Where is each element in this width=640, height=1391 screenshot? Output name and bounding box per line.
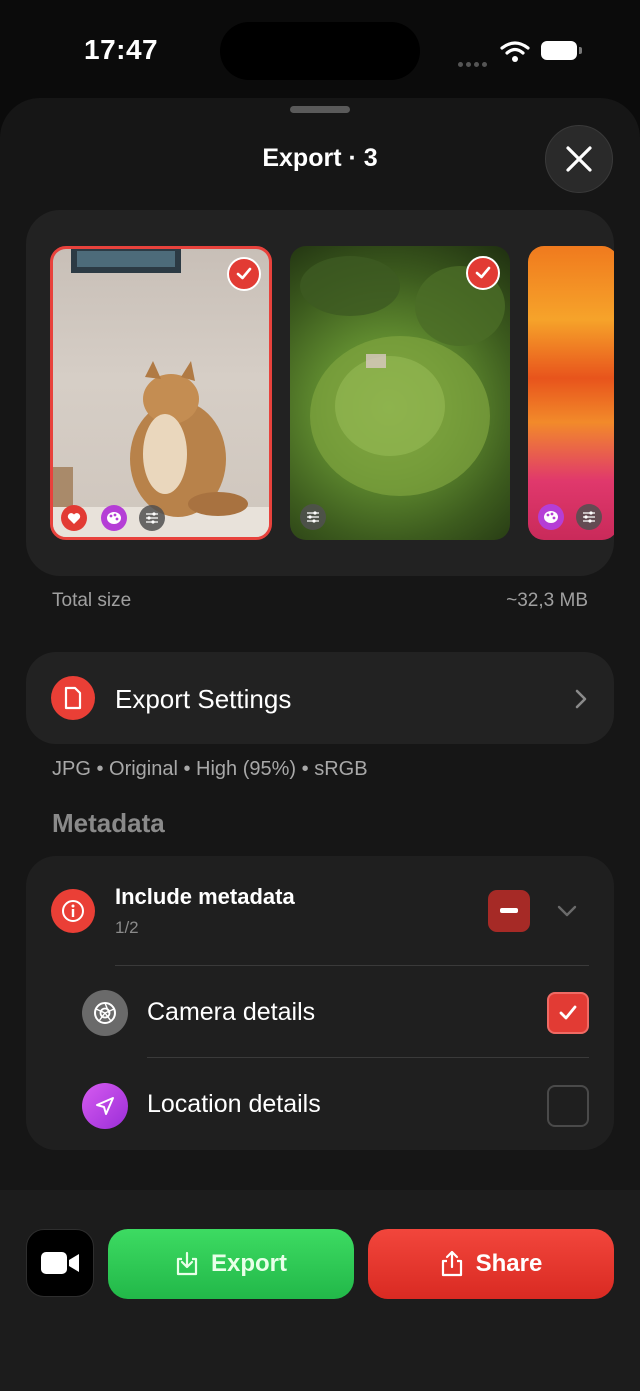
info-icon (51, 889, 95, 933)
minus-icon (500, 908, 518, 913)
check-icon (559, 1005, 577, 1020)
chevron-down-icon[interactable] (556, 904, 578, 918)
heart-icon (61, 505, 87, 531)
export-settings-label: Export Settings (115, 684, 292, 714)
export-button[interactable]: Export (108, 1229, 354, 1299)
include-metadata-label: Include metadata (115, 884, 295, 909)
photo-thumbnail-moss[interactable] (290, 246, 510, 540)
export-button-label: Export (210, 1250, 287, 1277)
palette-icon (101, 505, 127, 531)
selected-check-icon (466, 256, 500, 290)
selected-check-icon (227, 257, 261, 291)
dynamic-island (220, 22, 420, 80)
close-icon (566, 146, 592, 172)
camera-details-label: Camera details (147, 998, 316, 1026)
chevron-right-icon (575, 689, 587, 709)
divider (147, 1057, 589, 1058)
camera-details-checkbox[interactable] (547, 992, 589, 1034)
wifi-icon (500, 41, 530, 62)
include-metadata-toggle[interactable] (488, 890, 530, 932)
moss-image (300, 256, 505, 496)
photo-thumbnail-flowers[interactable] (528, 246, 614, 540)
sheet-title: Export · 3 (262, 144, 378, 172)
location-arrow-icon (82, 1083, 128, 1129)
photo-thumbnail-cat[interactable] (50, 246, 272, 540)
share-button-label: Share (475, 1250, 543, 1277)
video-button[interactable] (26, 1229, 94, 1297)
total-size-label: Total size (52, 590, 132, 611)
aperture-icon (82, 990, 128, 1036)
total-size-value: ~32,3 MB (506, 590, 588, 611)
close-button[interactable] (545, 125, 613, 193)
battery-icon (541, 41, 582, 60)
document-icon (51, 676, 95, 720)
sliders-icon (576, 504, 602, 530)
sliders-icon (300, 504, 326, 530)
signal-icon (458, 54, 490, 72)
sliders-icon (139, 505, 165, 531)
cat-image (53, 249, 269, 537)
location-details-label: Location details (147, 1090, 321, 1118)
palette-icon (538, 504, 564, 530)
divider (115, 965, 589, 966)
status-time: 17:47 (84, 34, 159, 65)
save-to-device-icon (176, 1251, 198, 1276)
export-format-summary: JPG • Original • High (95%) • sRGB (52, 758, 368, 780)
photo-strip[interactable] (26, 210, 614, 576)
metadata-heading: Metadata (52, 808, 165, 838)
video-camera-icon (41, 1252, 79, 1274)
share-icon (441, 1250, 462, 1277)
sheet-grabber[interactable] (290, 106, 350, 113)
include-metadata-count: 1/2 (115, 918, 139, 937)
share-button[interactable]: Share (368, 1229, 614, 1299)
location-details-checkbox[interactable] (547, 1085, 589, 1127)
